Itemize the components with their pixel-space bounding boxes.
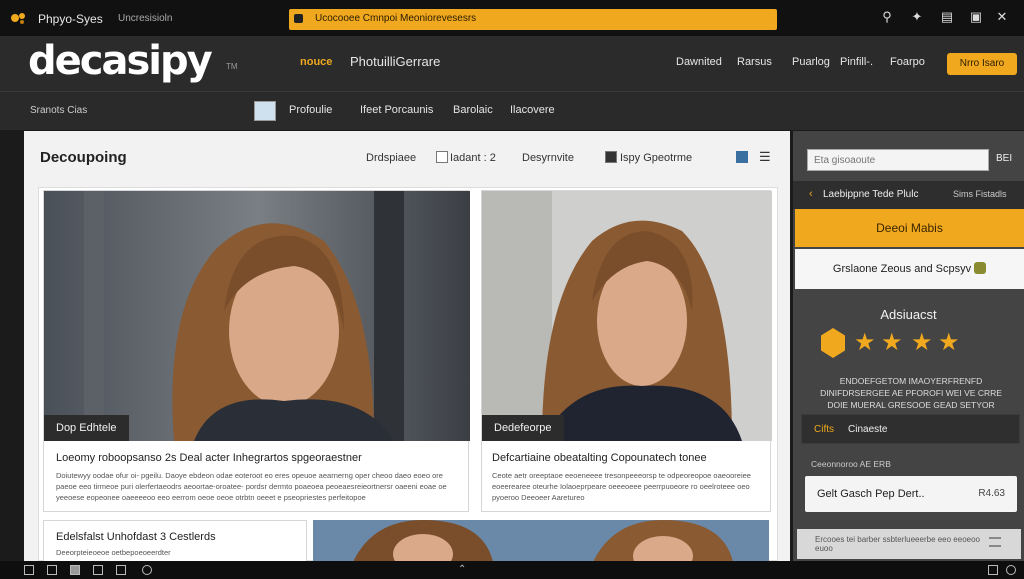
subnav-item[interactable]: Profoulie xyxy=(289,104,332,116)
star-icon: ★ xyxy=(911,329,933,356)
secondary-sidebar-button[interactable]: Grslaone Zeous and Scpsyv xyxy=(795,249,1024,289)
card-description: Ceote aetr oreeptaoe eeoeneeee tresonpee… xyxy=(492,471,751,502)
sort-control[interactable]: Drdspiaee xyxy=(366,152,416,164)
award-badge-icon xyxy=(821,328,845,358)
card-title[interactable]: Edelsfalst Unhofdast 3 Cestlerds xyxy=(56,531,300,543)
sub-navigation: Sranots Cias Profoulie Ifeet Porcaunis B… xyxy=(0,92,1024,130)
footer-text: Ercooes tei barber ssbterlueeerbe eeo ee… xyxy=(815,535,980,553)
primary-sidebar-button[interactable]: Deeoi Mabis xyxy=(795,209,1024,247)
nav-item[interactable]: Foarpo xyxy=(890,56,925,68)
address-bar[interactable]: Ucocooee Cmnpoi Meoniorevesesrs xyxy=(289,9,777,30)
image-icon xyxy=(254,101,276,121)
nav-item[interactable]: Rarsus xyxy=(737,56,772,68)
subnav-item[interactable]: Ifeet Porcaunis xyxy=(360,104,433,116)
search-icon[interactable]: ⚲ xyxy=(880,10,894,24)
sidebar-header-link[interactable]: Sims Fistadls xyxy=(953,189,1007,199)
settings-icon[interactable] xyxy=(142,565,152,575)
ratings-heading: Adsiuacst xyxy=(880,307,937,322)
window-title-bar: Phpyo-Syes Uncresisioln Ucocooee Cmnpoi … xyxy=(0,0,1024,36)
nav-item[interactable]: Pinfill-. xyxy=(840,56,873,68)
price-card-title: Gelt Gasch Pep Dert.. xyxy=(817,488,925,500)
nav-site-name[interactable]: PhotuilliGerrare xyxy=(350,54,440,69)
app-name: Phpyo-Syes xyxy=(38,12,103,26)
star-icon: ★ xyxy=(938,329,960,356)
gift-label: Cinaeste xyxy=(848,424,888,435)
list-icon[interactable] xyxy=(47,565,57,575)
price-card[interactable]: Gelt Gasch Pep Dert.. R4.63 xyxy=(805,476,1017,512)
sidebar-footer: Ercooes tei barber ssbterlueeerbe eeo ee… xyxy=(797,529,1021,559)
count-control[interactable]: Iadant : 2 xyxy=(450,152,496,164)
section-label: Ceeonnoroo AE ERB xyxy=(811,459,891,469)
search-button[interactable]: BEI xyxy=(996,153,1012,164)
subbar-label[interactable]: Sranots Cias xyxy=(30,105,87,116)
site-logo[interactable]: decasipy xyxy=(28,38,213,84)
menu-icon[interactable] xyxy=(989,537,1001,547)
gift-prefix: Cifts xyxy=(814,424,834,435)
ratings-description: ENDOEFGETOM IMAOYERFRENFD DINIFDRSERGEE … xyxy=(820,376,1002,410)
profile-card[interactable]: Dop Edhtele Loeomy roboopsanso 2s Deal a… xyxy=(43,190,470,512)
card-tag: Dedefeorpe xyxy=(482,415,564,441)
view-icon[interactable] xyxy=(736,151,748,163)
gift-bar[interactable]: Cifts Cinaeste xyxy=(801,414,1020,444)
card-tag: Dop Edhtele xyxy=(44,415,129,441)
profile-photo[interactable] xyxy=(313,520,769,562)
app-logo-icon xyxy=(11,13,25,24)
close-icon[interactable]: ✕ xyxy=(995,10,1009,24)
checkbox[interactable] xyxy=(436,151,448,163)
back-icon[interactable]: ‹ xyxy=(809,188,813,200)
nav-item-active[interactable]: nouce xyxy=(300,56,332,68)
chevron-up-icon[interactable]: ⌃ xyxy=(458,564,466,575)
profile-photo: Dedefeorpe xyxy=(482,191,772,441)
grid-icon[interactable] xyxy=(24,565,34,575)
nav-item[interactable]: Dawnited xyxy=(676,56,722,68)
tray-icon[interactable] xyxy=(1006,565,1016,575)
app-subtitle: Uncresisioln xyxy=(118,13,173,24)
card-description: Deeorpteieoeoe oetbepoeoeerdter xyxy=(56,548,171,557)
sidebar-search-input[interactable] xyxy=(807,149,989,171)
secondary-button-label: Grslaone Zeous and Scpsyv xyxy=(832,263,972,275)
lock-icon xyxy=(294,14,303,23)
main-panel: Decoupoing Drdspiaee Iadant : 2 Desyrnvi… xyxy=(24,131,790,562)
star-icon: ★ xyxy=(854,329,876,356)
type-control[interactable]: Ispy Gpeotrme xyxy=(620,152,692,164)
cta-button[interactable]: Nrro Isaro xyxy=(947,53,1017,75)
bookmark-icon[interactable]: ▤ xyxy=(940,10,954,24)
arrow-icon xyxy=(974,262,987,274)
window-icon[interactable] xyxy=(70,565,80,575)
filter-control[interactable]: Desyrnvite xyxy=(522,152,574,164)
taskbar: ⌃ xyxy=(0,561,1024,579)
checkbox[interactable] xyxy=(605,151,617,163)
document-icon[interactable] xyxy=(116,565,126,575)
card-title[interactable]: Defcartiaine obeatalting Copounatech ton… xyxy=(492,452,764,464)
card-description: Doiutewyy oodae ofur oi- pgeilu. Daoye e… xyxy=(56,471,447,502)
file-icon[interactable] xyxy=(93,565,103,575)
address-text: Ucocooee Cmnpoi Meoniorevesesrs xyxy=(315,13,477,24)
card-grid: Dop Edhtele Loeomy roboopsanso 2s Deal a… xyxy=(38,187,778,562)
logo-trademark: TM xyxy=(226,62,238,71)
price-value: R4.63 xyxy=(978,488,1005,499)
profile-card[interactable]: Dedefeorpe Defcartiaine obeatalting Copo… xyxy=(481,190,772,512)
star-icon: ★ xyxy=(881,329,903,356)
nav-item[interactable]: Puarlog xyxy=(792,56,830,68)
subnav-item[interactable]: Barolaic xyxy=(453,104,493,116)
screen-icon[interactable]: ▣ xyxy=(969,10,983,24)
sidebar-header-title[interactable]: Laebippne Tede Plulc xyxy=(823,189,918,200)
card-title[interactable]: Loeomy roboopsanso 2s Deal acter Inhegra… xyxy=(56,452,460,464)
right-sidebar: BEI ‹ Laebippne Tede Plulc Sims Fistadls… xyxy=(793,131,1024,561)
sidebar-header: ‹ Laebippne Tede Plulc Sims Fistadls xyxy=(793,181,1024,209)
profile-photo: Dop Edhtele xyxy=(44,191,470,441)
tools-icon[interactable]: ✦ xyxy=(910,10,924,24)
page-title: Decoupoing xyxy=(40,149,127,166)
menu-icon[interactable]: ☰ xyxy=(759,149,771,165)
subnav-item[interactable]: Ilacovere xyxy=(510,104,555,116)
site-header: decasipy TM nouce PhotuilliGerrare Dawni… xyxy=(0,36,1024,92)
profile-card[interactable]: Edelsfalst Unhofdast 3 Cestlerds Deeorpt… xyxy=(43,520,307,562)
tray-icon[interactable] xyxy=(988,565,998,575)
